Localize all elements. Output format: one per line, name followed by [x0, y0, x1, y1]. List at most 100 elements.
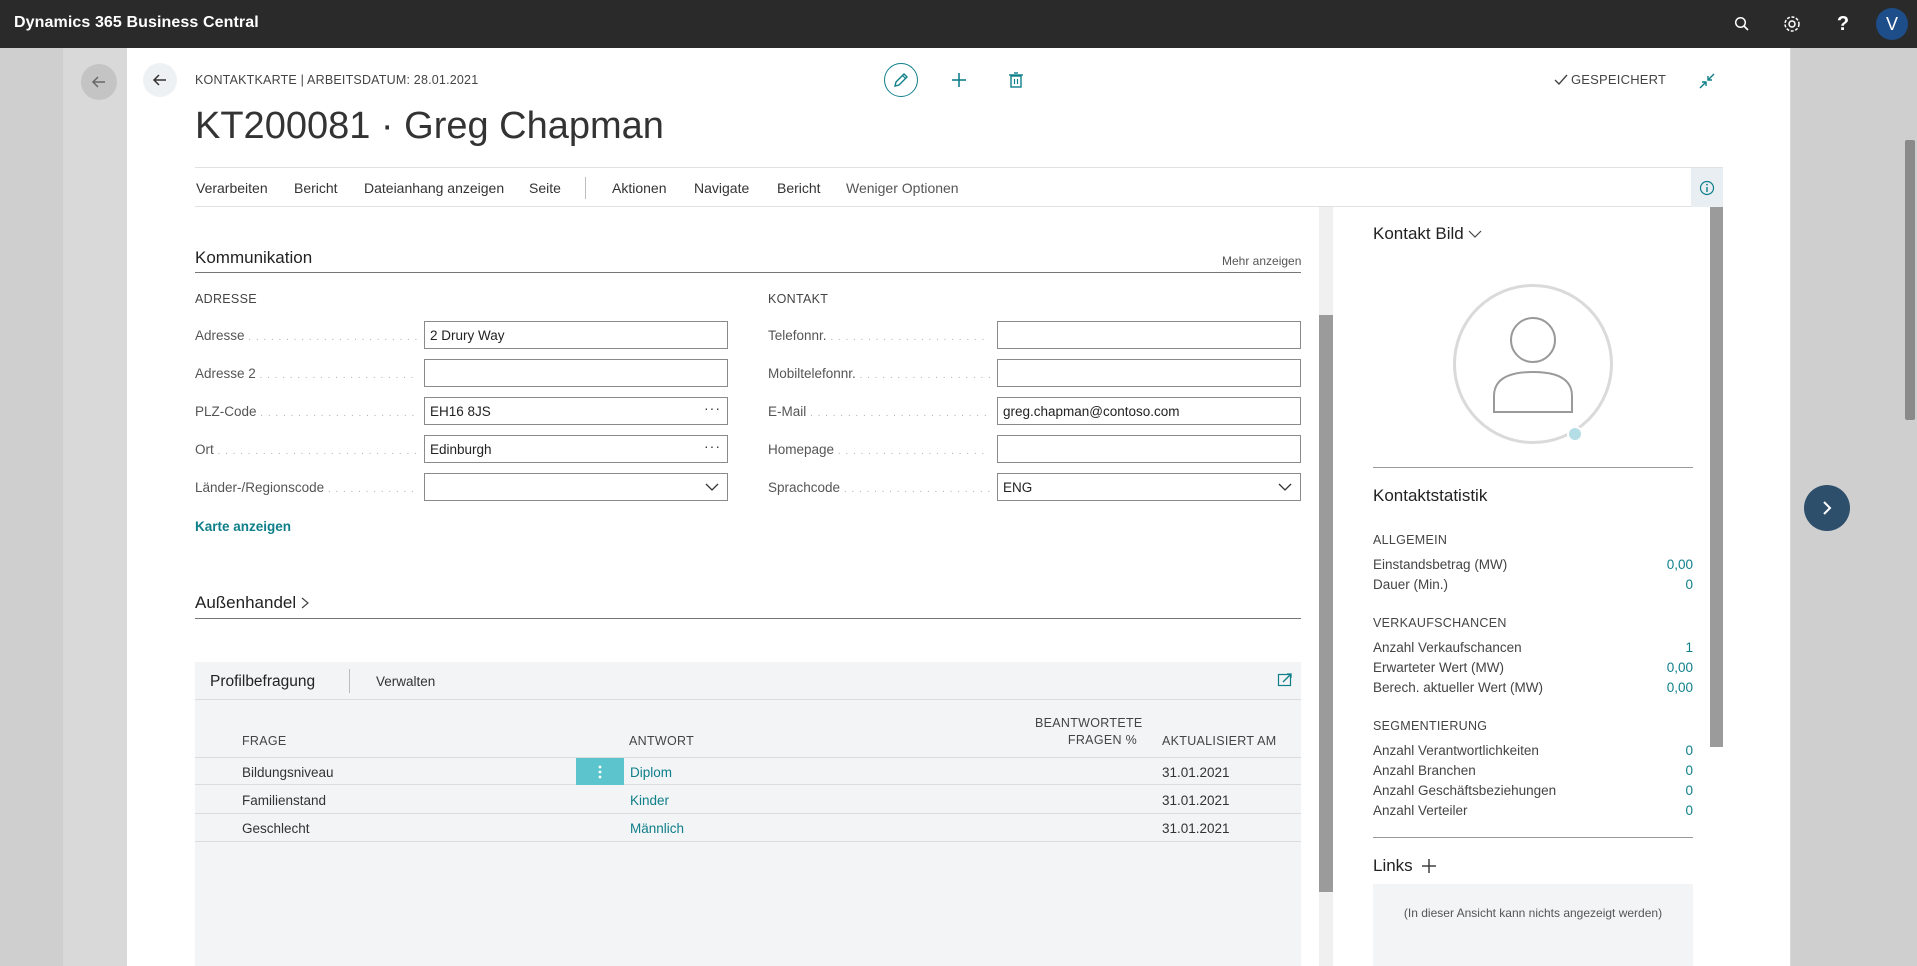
stat-row: Einstandsbetrag (MW) 0,00 — [1373, 557, 1693, 575]
address-value: 2 Drury Way — [430, 328, 505, 343]
action-seite[interactable]: Seite — [529, 180, 561, 196]
search-icon[interactable] — [1730, 12, 1754, 36]
question-cell: Geschlecht — [242, 821, 310, 836]
plus-icon[interactable] — [1421, 858, 1437, 874]
stats-group-allgemein: ALLGEMEIN — [1373, 533, 1448, 547]
lookup-ellipsis-icon[interactable]: ··· — [704, 400, 721, 416]
section-aussenhandel[interactable]: Außenhandel — [195, 593, 310, 613]
collapse-button[interactable] — [1696, 70, 1718, 92]
info-pane-button[interactable] — [1691, 168, 1723, 207]
answer-cell[interactable]: Kinder — [630, 793, 669, 808]
action-verarbeiten[interactable]: Verarbeiten — [196, 180, 268, 196]
tab-verwalten[interactable]: Verwalten — [376, 674, 435, 689]
stat-value[interactable]: 0 — [1685, 763, 1693, 778]
stat-value[interactable]: 0,00 — [1667, 680, 1693, 695]
chevron-right-icon — [1823, 501, 1832, 515]
plus-icon — [952, 73, 966, 87]
action-navigate[interactable]: Navigate — [694, 180, 749, 196]
contact-statistics-title: Kontaktstatistik — [1373, 486, 1488, 505]
tab-profilbefragung[interactable]: Profilbefragung — [210, 673, 315, 691]
app-title[interactable]: Dynamics 365 Business Central — [14, 14, 259, 32]
action-bericht[interactable]: Bericht — [294, 180, 338, 196]
show-more-link[interactable]: Mehr anzeigen — [1222, 254, 1301, 268]
stat-label: Anzahl Verantwortlichkeiten — [1373, 743, 1539, 758]
column-header-answered-line2[interactable]: FRAGEN % — [1035, 733, 1137, 747]
table-row[interactable]: Bildungsniveau Diplom 31.01.2021 — [195, 757, 1301, 785]
page-scrollbar[interactable] — [1905, 140, 1915, 420]
homepage-field[interactable] — [997, 435, 1301, 463]
email-value: greg.chapman@contoso.com — [1003, 404, 1180, 419]
back-button[interactable] — [143, 63, 177, 97]
column-header-answered-line1[interactable]: BEANTWORTETE — [1035, 716, 1142, 730]
column-header-frage[interactable]: FRAGE — [242, 734, 287, 748]
show-map-link[interactable]: Karte anzeigen — [195, 519, 291, 534]
contact-group-title: KONTAKT — [768, 292, 829, 306]
language-code-select[interactable]: ENG — [997, 473, 1301, 501]
stat-value[interactable]: 0 — [1685, 803, 1693, 818]
action-dateianhang-anzeigen[interactable]: Dateianhang anzeigen — [364, 180, 504, 196]
stats-group-verkaufschancen: VERKAUFSCHANCEN — [1373, 616, 1507, 630]
table-row[interactable]: Familienstand Kinder 31.01.2021 — [195, 786, 1301, 814]
action-bericht-2[interactable]: Bericht — [777, 180, 821, 196]
stat-value[interactable]: 0 — [1685, 577, 1693, 592]
question-cell: Familienstand — [242, 793, 327, 808]
edit-button[interactable] — [884, 63, 918, 97]
contact-picture-header[interactable]: Kontakt Bild — [1373, 224, 1482, 244]
section-kommunikation-title[interactable]: Kommunikation — [195, 248, 312, 268]
user-avatar[interactable]: V — [1876, 8, 1908, 40]
stat-row: Erwarteter Wert (MW) 0,00 — [1373, 660, 1693, 678]
country-region-select[interactable] — [424, 473, 728, 501]
content-scrollbar-thumb[interactable] — [1319, 315, 1333, 892]
question-cell: Bildungsniveau — [242, 765, 334, 780]
mobile-field[interactable] — [997, 359, 1301, 387]
language-code-value: ENG — [1003, 480, 1033, 495]
stat-value[interactable]: 0,00 — [1667, 557, 1693, 572]
chevron-down-icon — [1468, 230, 1482, 238]
action-aktionen[interactable]: Aktionen — [612, 180, 666, 196]
country-region-label: Länder-/Regionscode — [195, 480, 417, 495]
stat-value[interactable]: 0,00 — [1667, 660, 1693, 675]
section-divider — [195, 272, 1301, 273]
answer-cell[interactable]: Diplom — [630, 765, 672, 780]
language-code-label: Sprachcode — [768, 480, 990, 495]
factbox-scrollbar[interactable] — [1710, 207, 1723, 747]
table-row[interactable]: Geschlecht Männlich 31.01.2021 — [195, 814, 1301, 842]
phone-field[interactable] — [997, 321, 1301, 349]
lookup-ellipsis-icon[interactable]: ··· — [704, 438, 721, 454]
action-weniger-optionen[interactable]: Weniger Optionen — [846, 180, 959, 196]
factbox-divider — [1373, 837, 1693, 838]
gear-icon[interactable] — [1780, 12, 1804, 36]
stat-value[interactable]: 0 — [1685, 743, 1693, 758]
person-placeholder-icon — [1493, 317, 1573, 413]
row-actions-button[interactable] — [576, 758, 624, 785]
factbox-divider — [1373, 467, 1693, 468]
contact-photo[interactable] — [1453, 284, 1613, 444]
chevron-down-icon — [1278, 483, 1292, 491]
info-icon — [1699, 180, 1715, 195]
email-field[interactable]: greg.chapman@contoso.com — [997, 397, 1301, 425]
delete-button[interactable] — [1002, 68, 1030, 92]
column-header-aktualisiert-am[interactable]: AKTUALISIERT AM — [1162, 734, 1277, 748]
postcode-field[interactable]: EH16 8JS ··· — [424, 397, 728, 425]
new-button[interactable] — [945, 68, 973, 92]
stat-value[interactable]: 1 — [1685, 640, 1693, 655]
vertical-ellipsis-icon — [598, 765, 602, 778]
stat-value[interactable]: 0 — [1685, 783, 1693, 798]
column-header-antwort[interactable]: ANTWORT — [629, 734, 694, 748]
open-in-new-window-icon[interactable] — [1277, 672, 1293, 688]
pencil-icon — [894, 73, 908, 87]
links-title[interactable]: Links — [1373, 856, 1413, 876]
contact-picture-title: Kontakt Bild — [1373, 224, 1464, 243]
city-field[interactable]: Edinburgh ··· — [424, 435, 728, 463]
background-back-button[interactable] — [81, 64, 117, 100]
address2-field[interactable] — [424, 359, 728, 387]
stat-label: Einstandsbetrag (MW) — [1373, 557, 1508, 572]
homepage-label: Homepage — [768, 442, 990, 457]
part-header: Profilbefragung Verwalten — [195, 662, 1301, 700]
arrow-left-icon — [152, 74, 166, 86]
next-record-button[interactable] — [1804, 485, 1850, 531]
address-field[interactable]: 2 Drury Way — [424, 321, 728, 349]
answer-cell[interactable]: Männlich — [630, 821, 684, 836]
mobile-label: Mobiltelefonnr. — [768, 366, 990, 381]
help-icon[interactable]: ? — [1831, 12, 1855, 36]
